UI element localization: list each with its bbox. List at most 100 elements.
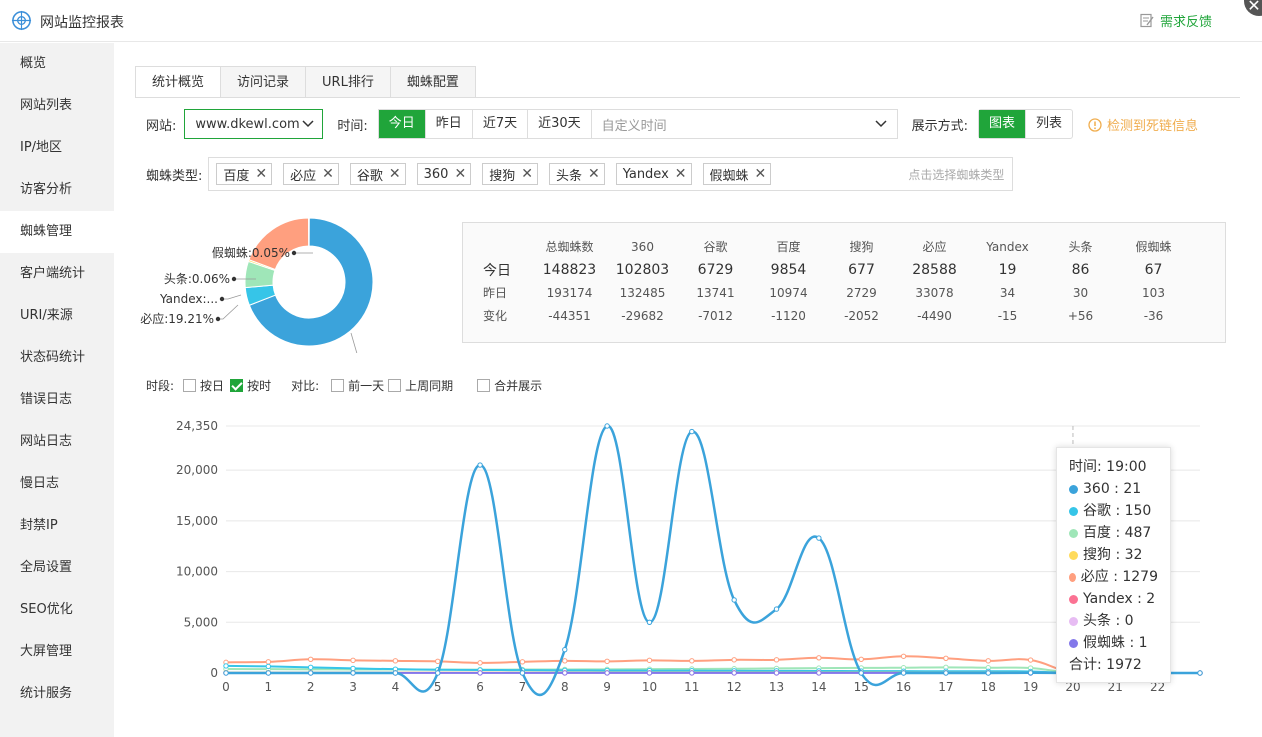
donut-slice[interactable]: [248, 217, 310, 271]
prev-day-checkbox[interactable]: [331, 379, 345, 392]
remove-tag-icon[interactable]: ✕: [389, 166, 401, 182]
sidebar-item[interactable]: 大屏管理: [0, 631, 114, 673]
remove-tag-icon[interactable]: ✕: [454, 166, 466, 182]
sidebar-item[interactable]: 访客分析: [0, 169, 114, 211]
sidebar-item[interactable]: 网站日志: [0, 421, 114, 463]
remove-tag-icon[interactable]: ✕: [755, 166, 767, 182]
sidebar-item[interactable]: SEO优化: [0, 589, 114, 631]
data-point[interactable]: [731, 670, 737, 676]
data-point[interactable]: [858, 670, 864, 676]
time-range-button[interactable]: 今日: [378, 110, 425, 138]
data-point[interactable]: [773, 657, 780, 663]
data-point[interactable]: [689, 670, 695, 676]
spider-type-select[interactable]: 百度 ✕ 必应 ✕ 谷歌 ✕ 360 ✕ 搜狗 ✕ 头条 ✕ Yandex ✕ 假蜘蛛 ✕ 点击选择蜘蛛类型: [208, 157, 1014, 191]
sidebar-item[interactable]: URI/来源: [0, 295, 114, 337]
data-point[interactable]: [816, 535, 822, 541]
data-point[interactable]: [604, 658, 610, 665]
data-point[interactable]: [646, 670, 653, 676]
data-point[interactable]: [562, 646, 568, 653]
tab[interactable]: URL排行: [306, 66, 391, 98]
data-point[interactable]: [646, 619, 653, 625]
site-select[interactable]: www.dkewl.com: [184, 109, 324, 139]
data-point[interactable]: [773, 670, 780, 676]
display-mode-button[interactable]: 列表: [1025, 110, 1072, 138]
time-range-button[interactable]: 近7天: [471, 110, 527, 138]
remove-tag-icon[interactable]: ✕: [322, 166, 334, 182]
stats-cell: 34: [999, 285, 1016, 300]
data-point[interactable]: [773, 606, 780, 612]
merge-checkbox[interactable]: [477, 379, 491, 392]
sidebar-item[interactable]: 慢日志: [0, 463, 114, 505]
data-point[interactable]: [731, 597, 737, 603]
data-point[interactable]: [392, 658, 399, 664]
data-point[interactable]: [900, 670, 907, 676]
sidebar-item[interactable]: 蜘蛛管理: [0, 211, 114, 253]
by-day-checkbox[interactable]: [183, 379, 197, 392]
remove-tag-icon[interactable]: ✕: [675, 166, 687, 182]
remove-tag-icon[interactable]: ✕: [255, 166, 267, 182]
data-point[interactable]: [731, 657, 737, 663]
data-point[interactable]: [1027, 657, 1034, 663]
data-point[interactable]: [689, 658, 695, 664]
tab[interactable]: 访问记录: [221, 66, 307, 98]
sidebar-item[interactable]: 概览: [0, 43, 114, 85]
data-point[interactable]: [307, 670, 314, 676]
data-point[interactable]: [307, 664, 314, 671]
data-point[interactable]: [985, 670, 991, 676]
feedback-link[interactable]: 需求反馈: [1140, 11, 1212, 30]
sidebar-item[interactable]: 状态码统计: [0, 337, 114, 379]
data-point[interactable]: [307, 656, 314, 663]
deadlink-notice[interactable]: 检测到死链信息: [1088, 115, 1198, 134]
data-point[interactable]: [477, 670, 483, 676]
time-range-button[interactable]: 昨日: [424, 110, 472, 138]
data-point[interactable]: [477, 462, 483, 468]
data-point[interactable]: [223, 670, 229, 676]
donut-label: 头条:0.06%: [164, 272, 230, 286]
data-point[interactable]: [265, 659, 272, 665]
data-point[interactable]: [943, 670, 949, 676]
data-point[interactable]: [265, 663, 272, 670]
data-point[interactable]: [562, 658, 568, 664]
time-range-button[interactable]: 近30天: [527, 110, 591, 138]
data-point[interactable]: [392, 670, 399, 676]
data-point[interactable]: [519, 670, 526, 676]
custom-time-picker[interactable]: 自定义时间: [591, 109, 898, 139]
tab[interactable]: 统计概览: [135, 66, 222, 98]
data-point[interactable]: [985, 658, 991, 664]
data-point[interactable]: [689, 428, 695, 435]
data-point[interactable]: [350, 670, 356, 676]
tab[interactable]: 蜘蛛配置: [390, 66, 476, 98]
sidebar-item[interactable]: 全局设置: [0, 547, 114, 589]
data-point[interactable]: [604, 423, 610, 429]
sidebar-item[interactable]: 客户端统计: [0, 253, 114, 295]
data-point[interactable]: [477, 660, 483, 666]
display-mode-button[interactable]: 图表: [979, 110, 1026, 138]
data-point[interactable]: [646, 657, 653, 664]
data-point[interactable]: [435, 670, 441, 676]
data-point[interactable]: [816, 670, 822, 676]
data-point[interactable]: [223, 663, 229, 669]
sidebar-item[interactable]: IP/地区: [0, 127, 114, 169]
data-point[interactable]: [1027, 670, 1034, 676]
remove-tag-icon[interactable]: ✕: [588, 166, 600, 182]
data-point[interactable]: [435, 658, 441, 665]
data-point[interactable]: [900, 653, 907, 659]
data-point[interactable]: [604, 670, 610, 676]
data-point[interactable]: [265, 670, 272, 676]
data-point[interactable]: [816, 655, 822, 661]
close-icon[interactable]: ✕: [1244, 0, 1262, 16]
data-point[interactable]: [519, 659, 526, 665]
data-point[interactable]: [943, 655, 949, 661]
sidebar-item[interactable]: 封禁IP: [0, 505, 114, 547]
remove-tag-icon[interactable]: ✕: [521, 166, 533, 182]
data-point[interactable]: [562, 670, 568, 676]
sidebar-item[interactable]: 统计服务: [0, 673, 114, 715]
sidebar-item[interactable]: 错误日志: [0, 379, 114, 421]
last-week-checkbox[interactable]: [388, 379, 402, 392]
data-point[interactable]: [350, 657, 356, 664]
by-hour-checkbox[interactable]: [230, 379, 244, 392]
sidebar-item[interactable]: 网站列表: [0, 85, 114, 127]
data-point[interactable]: [1197, 670, 1203, 676]
data-point[interactable]: [858, 656, 864, 663]
spider-tag-label: 必应: [290, 168, 317, 184]
